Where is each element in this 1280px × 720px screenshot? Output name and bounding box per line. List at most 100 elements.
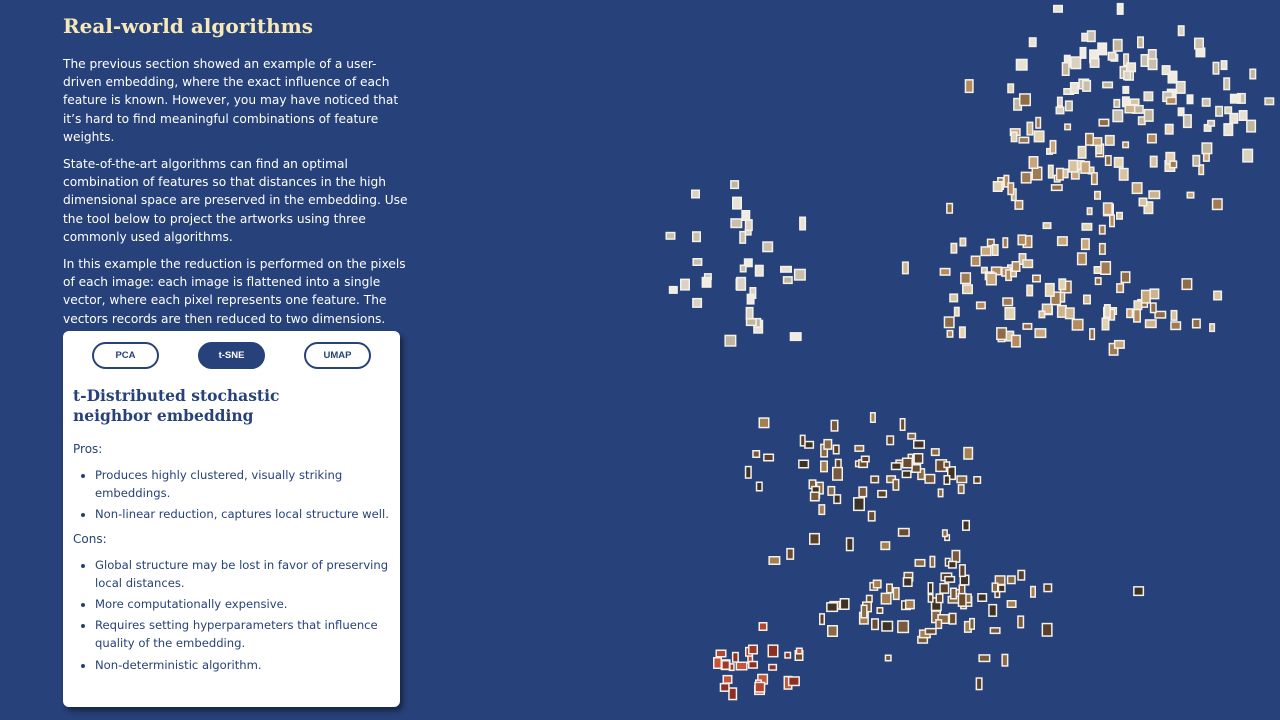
artwork-thumbnail-image [1117,213,1122,219]
pros-item: Non-linear reduction, captures local str… [95,505,390,523]
artwork-thumbnail-image [1073,320,1083,330]
artwork-thumbnail-image [1167,98,1176,104]
artwork-thumbnail-image [1179,26,1184,35]
artwork-thumbnail-image [1003,298,1012,305]
cons-label: Cons: [73,531,107,546]
artwork-thumbnail-image [979,655,989,661]
artwork-thumbnail-image [1018,616,1023,627]
artwork-thumbnail-image [961,576,968,585]
artwork-thumbnail-image [994,182,1002,191]
artwork-thumbnail-image [1179,108,1184,115]
artwork-thumbnail-image [964,448,972,459]
cons-item: Requires setting hyperparameters that in… [95,616,390,652]
artwork-thumbnail-image [872,619,878,629]
artwork-thumbnail-image [1058,98,1062,106]
artwork-thumbnail-image [747,319,756,325]
artwork-thumbnail-image [1013,262,1019,271]
artwork-thumbnail-image [832,421,837,431]
artwork-thumbnail-image [1140,199,1146,205]
artwork-thumbnail-image [1214,63,1218,74]
artwork-thumbnail-image [1127,309,1132,317]
artwork-thumbnail-image [1057,169,1063,180]
cons-item: Non-deterministic algorithm. [95,656,390,674]
artwork-thumbnail-image [1133,183,1142,193]
artwork-thumbnail-image [901,419,905,430]
artwork-thumbnail-image [733,198,741,209]
artwork-thumbnail-image [821,461,827,471]
artwork-thumbnail-image [1182,279,1191,289]
artwork-thumbnail-image [991,628,1000,633]
artwork-thumbnail-image [1018,571,1024,580]
artwork-thumbnail-image [1109,53,1116,60]
artwork-thumbnail-image [977,678,982,689]
cons-item: Global structure may be lost in favor of… [95,556,390,592]
artwork-thumbnail-image [877,608,882,613]
artwork-thumbnail-image [941,269,950,275]
artwork-thumbnail-image [828,626,837,636]
artwork-thumbnail-image [1124,71,1130,79]
artwork-thumbnail-image [1033,276,1040,281]
artwork-thumbnail-image [1202,143,1211,153]
artwork-thumbnail-image [944,462,949,467]
artwork-thumbnail-image [1172,311,1176,320]
umap-button[interactable]: UMAP [304,342,371,369]
artwork-thumbnail-image [974,477,980,483]
artwork-thumbnail-image [1008,601,1016,607]
artwork-thumbnail-image [997,328,1006,339]
artwork-thumbnail-image [1114,100,1119,107]
artwork-thumbnail-image [862,457,869,461]
artwork-thumbnail-image [1059,279,1065,289]
artwork-thumbnail-image [725,336,735,346]
embedding-scatter-plot[interactable] [600,0,1280,720]
artwork-thumbnail-image [1092,173,1097,184]
artwork-thumbnail-image [882,594,891,604]
artwork-thumbnail-image [1088,31,1095,41]
artwork-thumbnail-image [1113,110,1122,121]
artwork-thumbnail-image [1098,43,1106,54]
artwork-thumbnail-image [1123,142,1128,147]
artwork-thumbnail-image [854,498,864,510]
artwork-thumbnail-image [747,308,753,319]
artwork-thumbnail-image [930,557,934,567]
artwork-thumbnail-image [1058,237,1067,245]
artwork-thumbnail-image [1049,166,1053,178]
artwork-thumbnail-image [950,614,956,624]
artwork-thumbnail-image [740,232,745,243]
artwork-thumbnail-image [733,653,738,662]
artwork-thumbnail-image [1106,136,1114,145]
artwork-thumbnail-image [1138,37,1143,47]
artwork-thumbnail-image [948,331,952,337]
artwork-thumbnail-image [795,270,805,280]
artwork-thumbnail-image [731,219,741,227]
artwork-thumbnail-image [1224,124,1232,135]
artwork-thumbnail-image [763,242,772,251]
artwork-thumbnail-image [692,191,699,197]
artwork-thumbnail-image [737,278,745,290]
artwork-thumbnail-image [755,683,764,692]
artwork-thumbnail-image [781,267,791,272]
tsne-button[interactable]: t-SNE [198,342,265,369]
artwork-thumbnail-image [1247,121,1255,132]
artwork-thumbnail-image [789,677,799,685]
artwork-thumbnail-image [756,266,763,276]
artwork-thumbnail-image [799,461,808,467]
artwork-thumbnail-image [859,487,866,496]
artwork-thumbnail-image [874,581,881,587]
artwork-thumbnail-image [717,651,725,656]
artwork-thumbnail-image [1149,59,1157,69]
intro-paragraph-3: In this example the reduction is perform… [63,257,406,326]
artwork-thumbnail-image [899,529,909,536]
artwork-thumbnail-image [916,560,924,566]
artwork-thumbnail-image [977,302,985,308]
artwork-thumbnail-image [1120,169,1128,180]
artwork-thumbnail-image [1018,235,1025,244]
artwork-thumbnail-image [764,455,773,460]
pca-button[interactable]: PCA [92,342,159,369]
artwork-thumbnail-image [878,491,886,497]
artwork-thumbnail-image [1082,224,1091,230]
artwork-thumbnail-image [940,584,948,593]
intro-paragraph-1: The previous section showed an example o… [63,57,399,144]
artwork-thumbnail-image [721,684,729,691]
artwork-thumbnail-image [949,562,956,568]
artwork-thumbnail-image [1204,153,1209,161]
